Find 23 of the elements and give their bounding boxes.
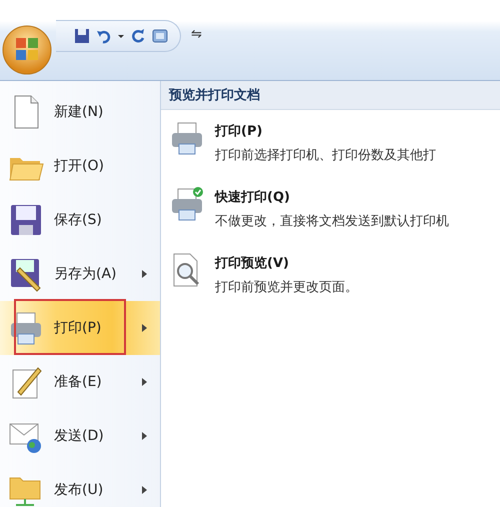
printer-icon — [169, 120, 205, 156]
menu-item[interactable]: 另存为(A) — [0, 247, 160, 301]
submenu-item-title[interactable]: 打印(P) — [215, 122, 436, 140]
menu-item[interactable]: 发布(U) — [0, 463, 160, 507]
printer-icon — [8, 310, 44, 346]
menu-item[interactable]: 打开(O) — [0, 139, 160, 193]
menu-item[interactable]: 准备(E) — [0, 355, 160, 409]
window-icon[interactable] — [152, 28, 168, 44]
submenu-item-description: 打印前选择打印机、打印份数及其他打 — [215, 147, 436, 164]
menu-item[interactable]: 新建(N) — [0, 85, 160, 139]
menu-item[interactable]: 打印(P) — [0, 301, 160, 355]
undo-icon[interactable] — [96, 28, 112, 44]
customize-toolbar-button[interactable]: ⇋ — [187, 20, 202, 50]
submenu-item-description: 打印前预览并更改页面。 — [215, 279, 358, 296]
office-button[interactable] — [2, 25, 52, 75]
redo-icon[interactable] — [130, 28, 146, 44]
submenu-title: 预览并打印文档 — [169, 86, 260, 104]
submenu-item-title[interactable]: 快速打印(Q) — [215, 188, 449, 206]
printer-check-icon — [169, 186, 205, 222]
menu-item[interactable]: 保存(S) — [0, 193, 160, 247]
submenu-item-title[interactable]: 打印预览(V) — [215, 254, 358, 272]
submenu-item-description: 不做更改，直接将文档发送到默认打印机 — [215, 213, 449, 230]
menu-item[interactable]: 发送(D) — [0, 409, 160, 463]
